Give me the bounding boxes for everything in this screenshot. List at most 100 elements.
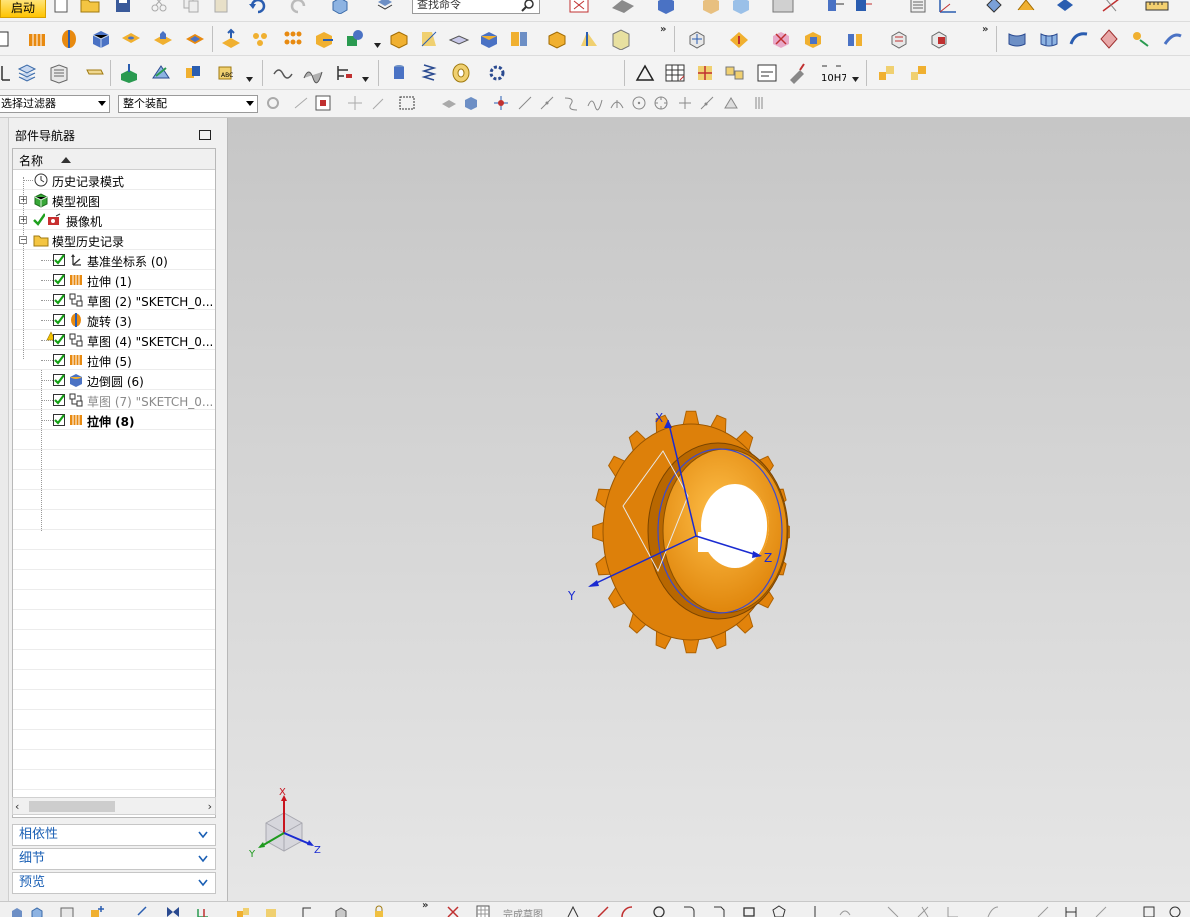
brush-icon[interactable] (786, 62, 808, 84)
dimension-icon[interactable] (1064, 905, 1078, 917)
feature-row-extrude-1[interactable]: 拉伸 (1) (13, 270, 215, 290)
layers-icon[interactable] (16, 62, 38, 84)
measure-icon[interactable] (1054, 0, 1076, 14)
cut-icon[interactable] (150, 0, 168, 14)
offset-curve-icon[interactable] (838, 905, 852, 917)
bom-icon[interactable] (908, 62, 930, 84)
assembly-constraint-icon[interactable] (150, 62, 172, 84)
assembly-icon[interactable] (236, 905, 250, 917)
relations-icon[interactable] (1168, 905, 1182, 917)
intersection-curve-icon[interactable] (272, 62, 294, 84)
scroll-right-icon[interactable]: › (208, 800, 212, 813)
snap-curve-icon[interactable] (562, 94, 580, 112)
part-icon[interactable] (264, 905, 278, 917)
visibility-checkbox[interactable] (53, 294, 65, 306)
rectangle-select-icon[interactable] (398, 94, 416, 112)
exploded-view-icon[interactable]: ABC (216, 62, 238, 84)
tangent-icon[interactable] (1100, 0, 1122, 14)
offset-face-icon[interactable] (448, 28, 470, 50)
geometric-constraint-icon[interactable] (1094, 905, 1108, 917)
copy-object-icon[interactable] (330, 0, 350, 14)
selection-filter-dropdown[interactable]: 选择过滤器 (0, 95, 110, 113)
unite-icon[interactable] (344, 28, 366, 50)
new-file-icon[interactable] (52, 0, 70, 14)
general-select-icon[interactable] (264, 94, 282, 112)
feature-row-edge-blend-6[interactable]: 边倒圆 (6) (13, 370, 215, 390)
scrollbar-thumb[interactable] (29, 801, 115, 812)
save-icon[interactable] (114, 0, 132, 14)
spring-icon[interactable] (418, 62, 440, 84)
tree-node-model-history[interactable]: − 模型历史记录 (13, 230, 215, 250)
scroll-left-icon[interactable]: ‹ (15, 800, 19, 813)
search-icon[interactable] (521, 0, 535, 12)
line-icon[interactable] (596, 905, 610, 917)
trim-icon[interactable] (886, 905, 900, 917)
revolve-icon[interactable] (58, 28, 80, 50)
add-component-icon[interactable] (118, 62, 140, 84)
visibility-checkbox[interactable] (53, 274, 65, 286)
column-header-name[interactable]: 名称 (19, 152, 43, 169)
panel-preview[interactable]: 预览 (12, 872, 216, 894)
triangle-icon[interactable] (634, 62, 656, 84)
body-icon[interactable] (334, 905, 348, 917)
more-chevron-icon[interactable]: » (982, 24, 988, 35)
layer-settings-icon[interactable] (908, 0, 928, 14)
visibility-checkbox[interactable] (53, 314, 65, 326)
delete-face-icon[interactable] (770, 28, 792, 50)
component-icon[interactable] (30, 905, 44, 917)
bearing-icon[interactable] (450, 62, 472, 84)
graphics-viewport[interactable]: X Z Y X Z Y (227, 118, 1190, 901)
block-icon[interactable] (90, 28, 112, 50)
undo-icon[interactable] (248, 0, 266, 14)
feature-row-extrude-5[interactable]: 拉伸 (5) (13, 350, 215, 370)
make-corner-icon[interactable] (986, 905, 1000, 917)
snap-midpoint-icon[interactable] (538, 94, 556, 112)
maximize-icon[interactable] (199, 130, 211, 140)
paste-icon[interactable] (212, 0, 230, 14)
panel-details[interactable]: 细节 (12, 848, 216, 870)
grid-pattern-icon[interactable] (694, 62, 716, 84)
rectangle-icon[interactable] (742, 905, 756, 917)
replace-face-icon[interactable] (802, 28, 824, 50)
snap-line-icon[interactable] (516, 94, 534, 112)
start-button[interactable]: 启动 (0, 0, 46, 18)
more-chevron-icon[interactable]: » (660, 24, 666, 35)
clip-section-icon[interactable] (854, 0, 874, 14)
select-point-icon[interactable] (346, 94, 364, 112)
point-icon[interactable] (808, 905, 822, 917)
shade-icon[interactable] (10, 905, 24, 917)
boss-icon[interactable] (152, 28, 174, 50)
gear-tool-icon[interactable] (486, 62, 508, 84)
table-icon[interactable] (664, 62, 686, 84)
swept-icon[interactable] (1068, 28, 1090, 50)
snap-bounded-grid-icon[interactable] (752, 94, 770, 112)
sketch-finish-icon[interactable] (446, 905, 460, 917)
horizontal-scrollbar[interactable]: ‹ › (12, 797, 216, 815)
snap-on-surface-icon[interactable] (722, 94, 740, 112)
snap-center-icon[interactable] (630, 94, 648, 112)
bridge-icon[interactable] (1130, 28, 1152, 50)
components-icon[interactable] (724, 62, 746, 84)
wcs-icon[interactable] (936, 0, 962, 14)
visibility-checkbox[interactable] (53, 414, 65, 426)
offset-region-icon[interactable] (888, 28, 910, 50)
tree-node-history-mode[interactable]: 历史记录模式 (13, 170, 215, 190)
pattern-face-icon[interactable] (928, 28, 950, 50)
copy-icon[interactable] (182, 0, 200, 14)
select-snap-icon[interactable] (370, 94, 388, 112)
redo-icon[interactable] (290, 0, 308, 14)
quick-trim-icon[interactable] (1036, 905, 1050, 917)
snap-existing-point-icon[interactable] (676, 94, 694, 112)
snap-spline-icon[interactable] (586, 94, 604, 112)
selection-scope-dropdown[interactable]: 整个装配 (118, 95, 258, 113)
fit-view-icon[interactable] (568, 0, 590, 14)
feature-row-sketch-4[interactable]: 草图 (4) "SKETCH_0... (13, 330, 215, 350)
polygon-icon[interactable] (772, 905, 786, 917)
cylinder-icon[interactable] (388, 62, 410, 84)
trim-body-icon[interactable] (478, 28, 500, 50)
profile-icon[interactable] (566, 905, 580, 917)
snap-endpoint-icon[interactable] (492, 94, 510, 112)
image-icon[interactable] (60, 905, 74, 917)
add-icon[interactable] (90, 905, 104, 917)
tree-node-cameras[interactable]: + 摄像机 (13, 210, 215, 230)
